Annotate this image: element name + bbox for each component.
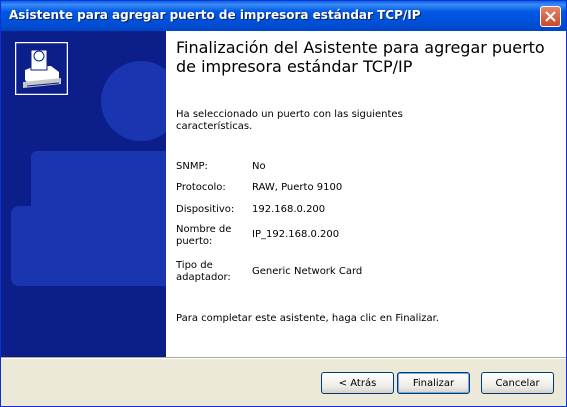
wizard-window: Asistente para agregar puerto de impreso… [0,0,567,407]
protocol-value: RAW, Puerto 9100 [252,182,343,193]
snmp-value: No [252,161,266,172]
port-name-label: Nombre de puerto: [176,224,232,247]
window-title: Asistente para agregar puerto de impreso… [9,8,421,22]
device-value: 192.168.0.200 [252,204,326,215]
back-button[interactable]: < Atrás [321,372,394,394]
printer-port-icon [15,42,68,95]
close-button[interactable] [540,6,561,27]
page-title: Finalización del Asistente para agregar … [176,38,545,76]
adapter-type-label: Tipo de adaptador: [176,260,231,283]
cancel-button[interactable]: Cancelar [481,372,554,394]
button-separator [1,357,566,359]
adapter-type-value: Generic Network Card [252,266,363,277]
intro-text: Ha seleccionado un puerto con las siguie… [176,109,403,132]
closing-text: Para completar este asistente, haga clic… [176,313,439,324]
wizard-content: Finalización del Asistente para agregar … [166,31,566,357]
close-icon [545,11,556,22]
snmp-label: SNMP: [176,161,208,172]
protocol-label: Protocolo: [176,182,226,193]
title-bar[interactable]: Asistente para agregar puerto de impreso… [1,1,566,31]
device-label: Dispositivo: [176,204,235,215]
wizard-banner [1,31,166,357]
finish-button[interactable]: Finalizar [397,372,470,394]
port-name-value: IP_192.168.0.200 [252,229,340,240]
